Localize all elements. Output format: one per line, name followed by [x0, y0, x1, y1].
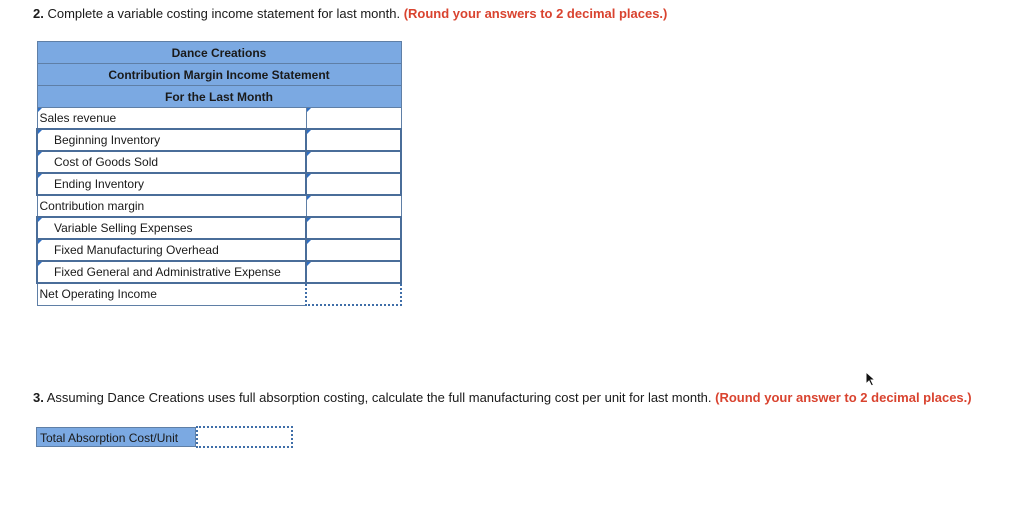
- mouse-pointer-icon: [865, 371, 877, 387]
- dropdown-flag-icon: [307, 218, 311, 222]
- cost-of-goods-sold-input[interactable]: [307, 152, 400, 172]
- variable-selling-expenses-label-cell[interactable]: Variable Selling Expenses: [36, 216, 307, 240]
- dropdown-flag-icon: [306, 108, 311, 112]
- fixed-manufacturing-overhead-label-cell[interactable]: Fixed Manufacturing Overhead: [36, 238, 307, 262]
- sales-revenue-label-cell[interactable]: Sales revenue: [36, 107, 307, 130]
- question-3-instruction: (Round your answer to 2 decimal places.): [715, 390, 972, 405]
- dropdown-flag-icon: [38, 218, 42, 222]
- table-row: Net Operating Income: [36, 282, 402, 306]
- table-row: Fixed Manufacturing Overhead: [36, 238, 402, 262]
- dropdown-flag-icon: [307, 262, 311, 266]
- question-3-text: Assuming Dance Creations uses full absor…: [43, 390, 716, 405]
- dropdown-flag-icon: [306, 196, 311, 200]
- dropdown-flag-icon: [307, 240, 311, 244]
- net-operating-income-label-cell: Net Operating Income: [36, 282, 307, 306]
- ending-inventory-input[interactable]: [307, 174, 400, 194]
- contribution-margin-label-cell: Contribution margin: [36, 194, 307, 218]
- net-operating-income-input[interactable]: [307, 284, 400, 304]
- table-row: Contribution margin: [36, 194, 402, 218]
- beginning-inventory-label-cell[interactable]: Beginning Inventory: [36, 128, 307, 152]
- statement-period: For the Last Month: [36, 85, 402, 108]
- ending-inventory-label-cell[interactable]: Ending Inventory: [36, 172, 307, 196]
- income-statement-table: Dance Creations Contribution Margin Inco…: [36, 41, 402, 306]
- table-row: Cost of Goods Sold: [36, 150, 402, 174]
- table-row: Fixed General and Administrative Expense: [36, 260, 402, 284]
- dropdown-flag-icon: [307, 152, 311, 156]
- dropdown-flag-icon: [307, 130, 311, 134]
- dropdown-flag-icon: [38, 174, 42, 178]
- question-3: 3. Assuming Dance Creations uses full ab…: [33, 390, 972, 405]
- question-2-number: 2.: [33, 6, 44, 21]
- dropdown-flag-icon: [38, 152, 42, 156]
- contribution-margin-input[interactable]: [306, 196, 401, 216]
- fixed-general-admin-expense-input[interactable]: [307, 262, 400, 282]
- absorption-cost-input[interactable]: [198, 428, 291, 448]
- question-2: 2. Complete a variable costing income st…: [33, 6, 667, 21]
- question-2-instruction: (Round your answers to 2 decimal places.…: [403, 6, 668, 21]
- company-name: Dance Creations: [36, 41, 402, 64]
- dropdown-flag-icon: [38, 130, 42, 134]
- dropdown-flag-icon: [37, 108, 42, 112]
- question-3-number: 3.: [33, 390, 44, 405]
- dropdown-flag-icon: [38, 240, 42, 244]
- variable-selling-expenses-input[interactable]: [307, 218, 400, 238]
- table-row: Variable Selling Expenses: [36, 216, 402, 240]
- statement-title: Contribution Margin Income Statement: [36, 63, 402, 86]
- question-2-text: Complete a variable costing income state…: [43, 6, 404, 21]
- beginning-inventory-input[interactable]: [307, 130, 400, 150]
- fixed-manufacturing-overhead-input[interactable]: [307, 240, 400, 260]
- absorption-cost-row: Total Absorption Cost/Unit: [36, 426, 293, 448]
- table-row: Sales revenue: [36, 107, 402, 130]
- absorption-cost-label: Total Absorption Cost/Unit: [36, 427, 196, 447]
- dropdown-flag-icon: [38, 262, 42, 266]
- cost-of-goods-sold-label-cell[interactable]: Cost of Goods Sold: [36, 150, 307, 174]
- dropdown-flag-icon: [307, 174, 311, 178]
- sales-revenue-input[interactable]: [306, 108, 401, 128]
- table-row: Beginning Inventory: [36, 128, 402, 152]
- fixed-general-admin-expense-label-cell[interactable]: Fixed General and Administrative Expense: [36, 260, 307, 284]
- table-row: Ending Inventory: [36, 172, 402, 196]
